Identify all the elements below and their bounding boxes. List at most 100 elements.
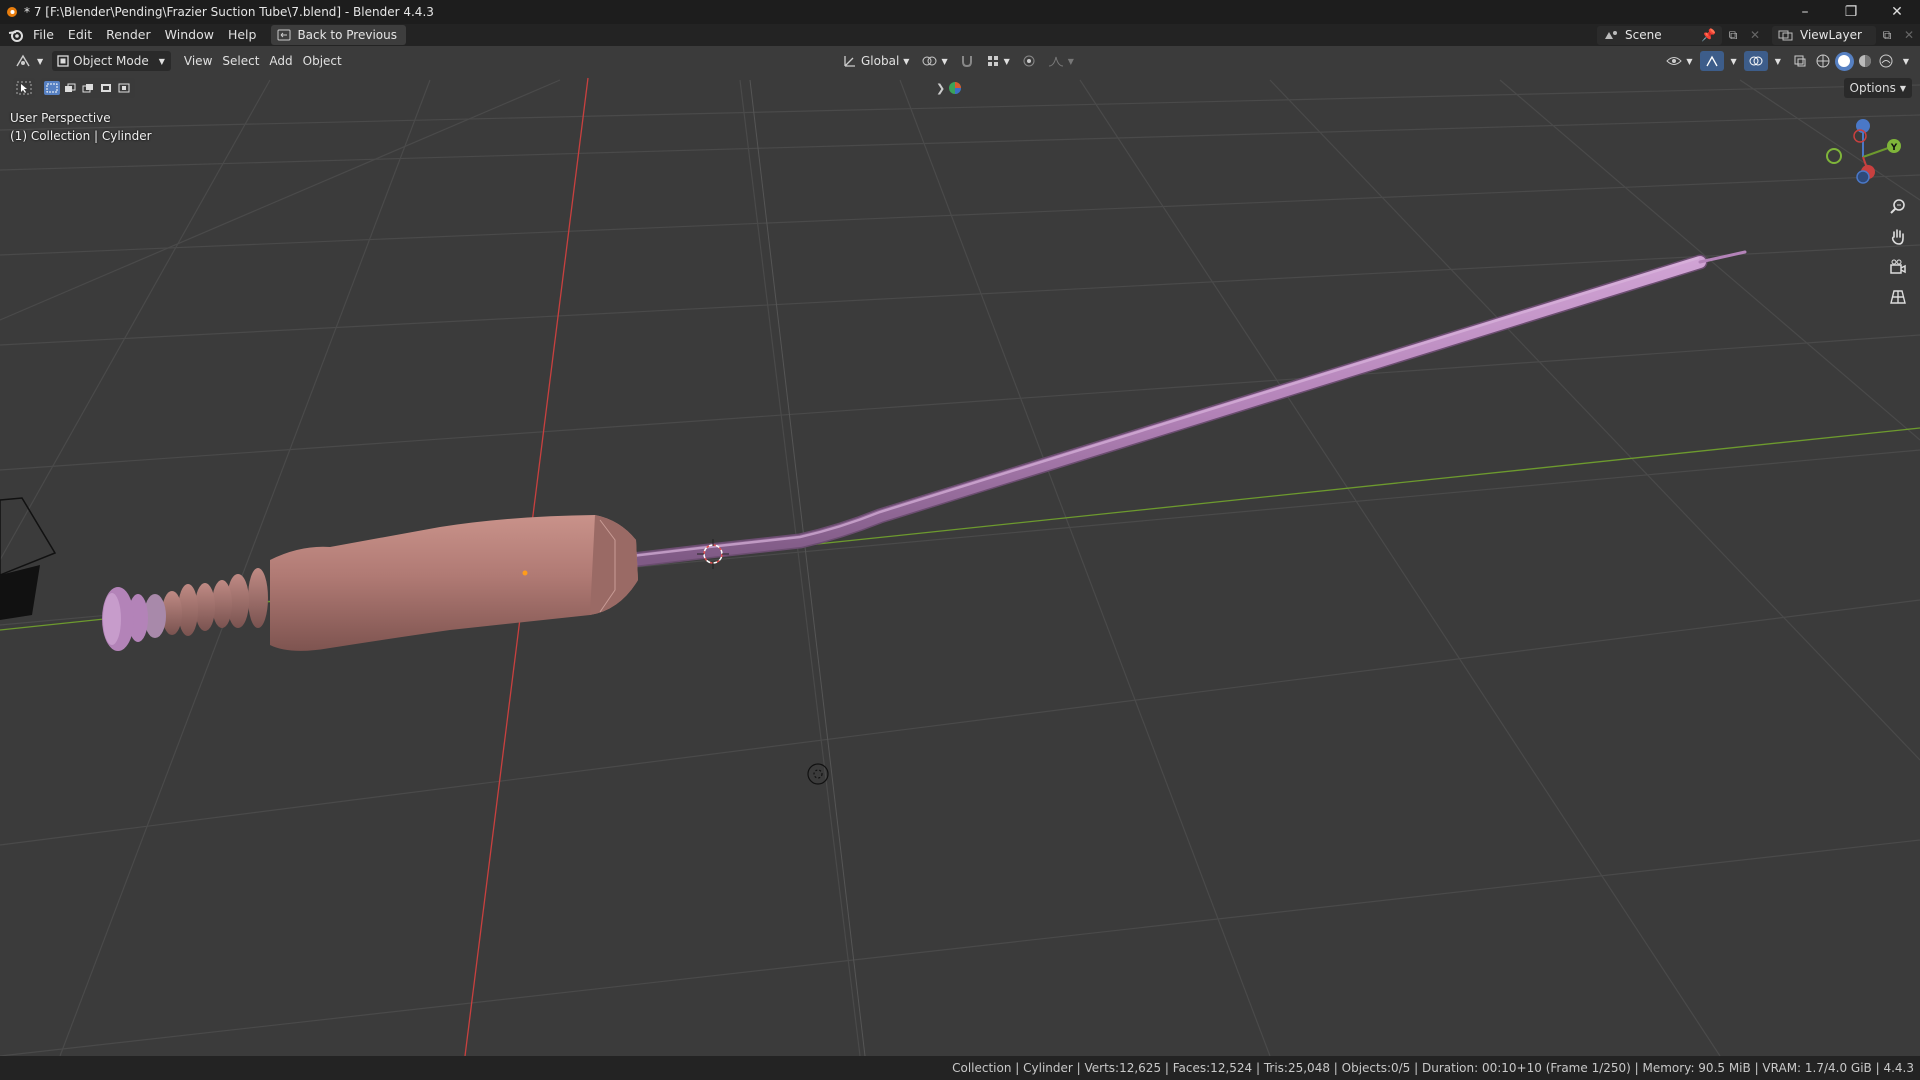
chevron-down-icon: ▼ [1899, 83, 1906, 93]
wireframe-shading-icon[interactable] [1814, 52, 1833, 71]
minimize-icon[interactable]: – [1782, 0, 1828, 24]
chevron-down-icon: ▼ [941, 56, 948, 66]
snap-grid-icon [987, 56, 998, 66]
scene-name: Scene [1625, 28, 1662, 42]
proportional-edit-toggle[interactable] [1017, 51, 1041, 71]
chevron-down-icon: ▼ [1686, 56, 1693, 66]
back-to-previous-label: Back to Previous [297, 28, 397, 42]
menu-help[interactable]: Help [221, 25, 264, 45]
solid-shading-icon[interactable] [1834, 51, 1854, 71]
menu-file[interactable]: File [26, 25, 61, 45]
chevron-down-icon: ▼ [37, 56, 44, 66]
viewlayer-field[interactable]: ViewLayer [1772, 25, 1876, 45]
pan-hand-icon[interactable] [1886, 225, 1910, 249]
blender-app-icon [4, 4, 20, 20]
back-screen-icon [277, 29, 291, 41]
eye-icon [1666, 57, 1683, 65]
menu-object[interactable]: Object [298, 51, 347, 71]
scene-selector-group: Scene 📌 ⧉ ✕ ViewLayer ⧉ ✕ [1597, 24, 1920, 46]
scene-field[interactable]: Scene 📌 [1597, 25, 1722, 45]
camera-object[interactable] [0, 497, 57, 620]
visibility-button[interactable]: ▼ [1661, 51, 1697, 71]
pin-icon[interactable]: 📌 [1701, 28, 1716, 42]
menu-edit[interactable]: Edit [61, 25, 99, 45]
options-label: Options [1849, 81, 1896, 95]
snap-toggle[interactable] [955, 51, 979, 71]
zoom-icon[interactable] [1886, 195, 1910, 219]
viewport-scene [0, 77, 1920, 1056]
chevron-down-icon[interactable]: ▼ [1898, 51, 1914, 71]
new-viewlayer-icon[interactable]: ⧉ [1876, 26, 1898, 45]
pivot-point-button[interactable]: ▼ [916, 51, 952, 71]
rendered-shading-icon[interactable] [1877, 52, 1896, 71]
navigation-gizmo[interactable]: Y [1818, 112, 1908, 202]
orientation-icon [844, 56, 855, 67]
overlays-icon [1749, 56, 1763, 66]
overlays-toggle[interactable] [1743, 51, 1768, 71]
scene-statistics: Collection | Cylinder | Verts:12,625 | F… [952, 1061, 1914, 1075]
suction-tube-object[interactable] [624, 250, 1747, 568]
gizmo-toggle[interactable] [1699, 51, 1724, 71]
viewport-display-controls: ▼ ▼ ▼ ▼ [1661, 51, 1914, 71]
pivot-icon [922, 56, 937, 66]
collection-info-label: (1) Collection | Cylinder [10, 129, 152, 143]
window-title: * 7 [F:\Blender\Pending\Frazier Suction … [24, 5, 434, 19]
title-bar: * 7 [F:\Blender\Pending\Frazier Suction … [0, 0, 1920, 24]
navigation-tools [1886, 195, 1910, 309]
menu-render[interactable]: Render [99, 25, 158, 45]
menu-add[interactable]: Add [264, 51, 297, 71]
selection-tool-row [13, 78, 135, 98]
orientation-dropdown[interactable]: Global ▼ [838, 51, 914, 71]
menu-view[interactable]: View [179, 51, 217, 71]
restore-icon[interactable]: ❐ [1828, 0, 1874, 24]
gizmo-neg-z-axis[interactable] [1856, 170, 1870, 184]
status-bar: Collection | Cylinder | Verts:12,625 | F… [0, 1056, 1920, 1080]
delete-viewlayer-icon[interactable]: ✕ [1898, 26, 1920, 45]
camera-view-icon[interactable] [1886, 255, 1910, 279]
back-to-previous-button[interactable]: Back to Previous [271, 25, 406, 45]
chevron-down-icon: ▼ [158, 56, 165, 66]
proportional-falloff-button[interactable]: ▼ [1043, 51, 1079, 71]
set-new-selection-icon[interactable] [44, 81, 60, 95]
xray-toggle[interactable] [1788, 51, 1812, 71]
gizmo-icon [1705, 55, 1718, 67]
transform-controls: Global ▼ ▼ ▼ ▼ [838, 51, 1079, 71]
menu-window[interactable]: Window [158, 25, 221, 45]
perspective-toggle-icon[interactable] [1886, 285, 1910, 309]
3d-viewport-icon [16, 54, 30, 67]
invert-selection-icon[interactable] [98, 81, 114, 95]
magnet-icon [961, 56, 972, 68]
viewlayer-name: ViewLayer [1800, 28, 1862, 42]
chevron-down-icon[interactable]: ▼ [1770, 51, 1786, 71]
orientation-label: Global [861, 54, 900, 68]
gizmo-neg-y-axis[interactable] [1826, 148, 1842, 164]
intersect-selection-icon[interactable] [116, 81, 132, 95]
xray-icon [1794, 55, 1806, 67]
options-dropdown[interactable]: Options ▼ [1843, 78, 1912, 98]
3d-viewport[interactable] [0, 46, 1920, 1056]
object-mode-icon [57, 55, 69, 67]
active-tool-button[interactable] [13, 78, 35, 98]
gizmo-shortcut-chip[interactable]: ❯ [936, 78, 972, 98]
close-icon[interactable]: ✕ [1874, 0, 1920, 24]
extend-selection-icon[interactable] [62, 81, 78, 95]
selection-mode-group [41, 78, 135, 98]
menu-select[interactable]: Select [217, 51, 264, 71]
delete-scene-icon[interactable]: ✕ [1744, 26, 1766, 45]
select-cursor-icon [16, 81, 32, 95]
subtract-selection-icon[interactable] [80, 81, 96, 95]
new-scene-icon[interactable]: ⧉ [1722, 26, 1744, 45]
mode-dropdown[interactable]: Object Mode ▼ [52, 51, 171, 71]
scene-color-icon [949, 82, 962, 94]
chevron-down-icon[interactable]: ▼ [1726, 51, 1742, 71]
scene-icon [1605, 31, 1618, 39]
perspective-label: User Perspective [10, 111, 111, 125]
editor-type-button[interactable]: ▼ [10, 51, 48, 71]
blender-logo-icon[interactable] [6, 25, 26, 45]
material-shading-icon[interactable] [1856, 52, 1875, 71]
handle-object[interactable] [102, 515, 638, 651]
chevron-down-icon: ▼ [903, 56, 910, 66]
snap-target-button[interactable]: ▼ [981, 51, 1015, 71]
falloff-curve-icon [1048, 56, 1063, 67]
top-menu-bar: File Edit Render Window Help Back to Pre… [0, 24, 1920, 46]
